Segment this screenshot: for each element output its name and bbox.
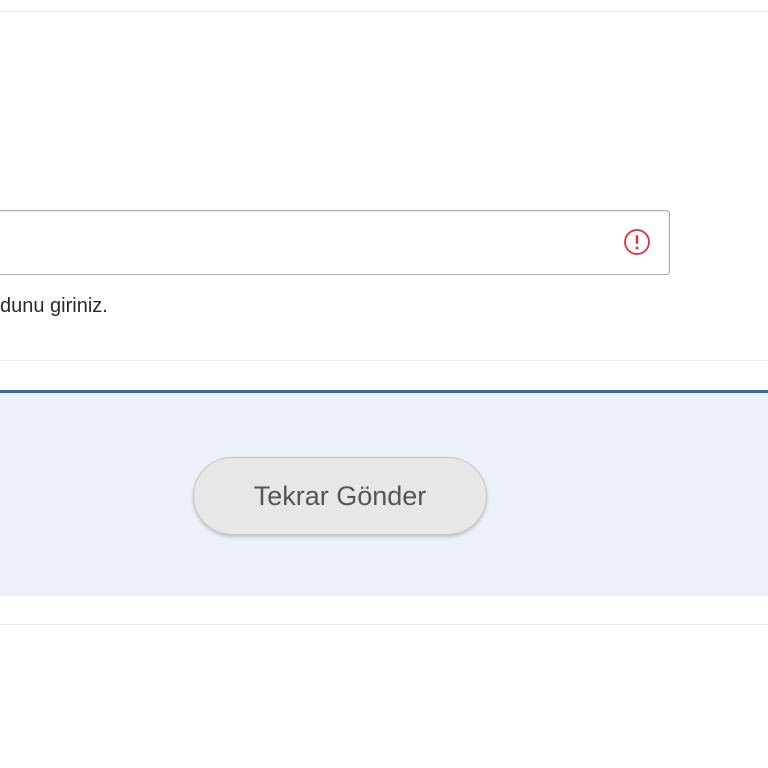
resend-button[interactable]: Tekrar Gönder	[193, 457, 487, 535]
code-form	[0, 12, 768, 360]
code-input[interactable]	[0, 211, 591, 274]
helper-text: dunu giriniz.	[0, 295, 108, 317]
bottom-divider	[0, 624, 768, 625]
section-divider	[0, 360, 768, 391]
verification-page: dunu giriniz. Tekrar Gönder	[0, 0, 768, 768]
code-field[interactable]	[0, 210, 670, 275]
action-panel: Tekrar Gönder	[0, 390, 768, 596]
error-icon	[624, 229, 650, 255]
